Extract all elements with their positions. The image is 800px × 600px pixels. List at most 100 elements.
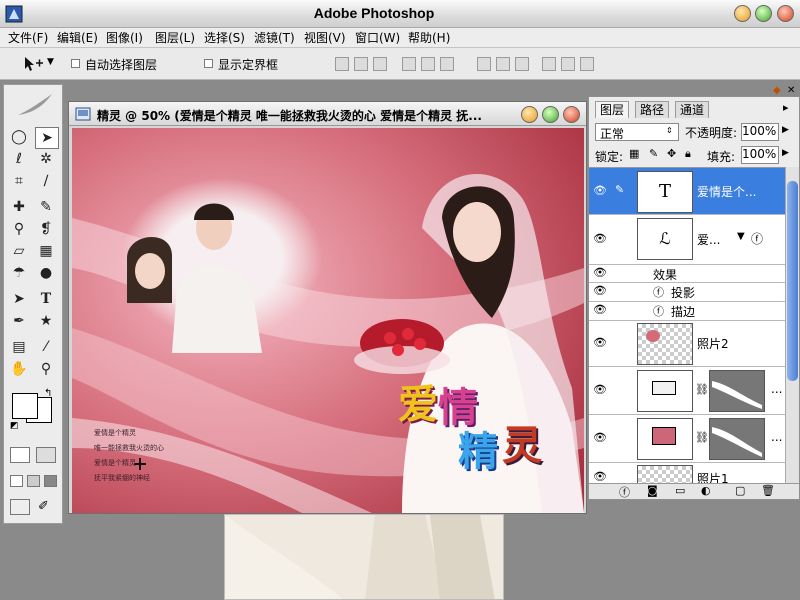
document-minimize-button[interactable] (521, 106, 538, 123)
palette-menu-icon[interactable]: ▸ (783, 101, 789, 114)
menu-view[interactable]: 视图(V) (304, 29, 346, 47)
type-tool-icon[interactable]: T (35, 289, 57, 309)
quick-mask-button[interactable] (36, 447, 56, 463)
layer-row-text[interactable]: 👁︎ ✎ T 爱情是个... (589, 168, 785, 215)
align-top-icon[interactable] (335, 57, 349, 71)
tool-preset-chevron-icon[interactable]: ▼ (47, 57, 54, 67)
fill-input[interactable]: 100% (741, 146, 779, 164)
eye-icon[interactable]: 👁︎ (593, 336, 607, 350)
new-adjustment-layer-icon[interactable]: ◐ (701, 484, 711, 497)
close-button[interactable] (777, 5, 794, 22)
eye-icon[interactable]: 👁︎ (593, 266, 607, 280)
distribute-bottom-icon[interactable] (515, 57, 529, 71)
magic-wand-tool-icon[interactable]: ✲ (35, 149, 57, 169)
menu-filter[interactable]: 滤镜(T) (254, 29, 295, 47)
smudge-tool-icon[interactable]: ☂ (8, 263, 30, 283)
effects-row[interactable]: 👁︎ 效果 (589, 264, 785, 283)
document-title-bar[interactable]: 精灵 @ 50% (爱情是个精灵 唯一能拯救我火烫的心 爱情是个精灵 抚... (69, 102, 586, 126)
effect-row-stroke[interactable]: 👁︎ ⓕ 描边 (589, 301, 785, 321)
hand-tool-icon[interactable]: ✋ (8, 359, 30, 379)
distribute-vcenter-icon[interactable] (496, 57, 510, 71)
jump-to-imageready-button[interactable] (10, 499, 30, 515)
foreground-color-swatch[interactable] (12, 393, 38, 419)
lock-all-icon[interactable]: 🔒︎ (685, 147, 691, 161)
menu-edit[interactable]: 编辑(E) (57, 29, 98, 47)
dodge-tool-icon[interactable]: ● (35, 263, 57, 283)
new-layer-icon[interactable]: ▢ (735, 484, 745, 497)
layer-list-scrollbar[interactable] (785, 167, 799, 483)
eye-icon[interactable]: 👁︎ (593, 232, 607, 246)
new-set-icon[interactable]: ▭ (675, 484, 685, 497)
layer-row-photo2[interactable]: 👁︎ 照片2 (589, 320, 785, 367)
palette-close-icon[interactable]: ✕ (787, 85, 795, 96)
eye-icon[interactable]: 👁︎ (593, 431, 607, 445)
layer-row-shape[interactable]: 👁︎ ℒ 爱... ▼ ⓕ (589, 214, 785, 265)
align-right-icon[interactable] (440, 57, 454, 71)
layer-row-masked-2[interactable]: 👁︎ ⛓︎ ... (589, 414, 785, 463)
expand-effects-icon[interactable]: ▼ (737, 231, 745, 242)
blend-mode-select[interactable]: 正常 ⇕ (595, 123, 679, 141)
zoom-tool-icon[interactable]: ⚲ (35, 359, 57, 379)
history-brush-tool-icon[interactable]: ❡ (35, 219, 57, 239)
align-bottom-icon[interactable] (373, 57, 387, 71)
selection-tool-icon[interactable]: ➤ (35, 127, 59, 149)
layer-row-photo1[interactable]: 👁︎ 照片1 (589, 462, 785, 483)
add-mask-icon[interactable]: ◙ (647, 484, 658, 497)
align-vcenter-icon[interactable] (354, 57, 368, 71)
maximize-button[interactable] (755, 5, 772, 22)
marquee-tool-icon[interactable]: ◯ (8, 127, 30, 147)
edit-in-imageready-icon[interactable]: ✐ (38, 499, 49, 514)
opacity-arrow-icon[interactable]: ▶ (782, 125, 789, 135)
screen-mode-full-button[interactable] (44, 475, 57, 487)
auto-select-checkbox[interactable] (71, 59, 80, 68)
eye-icon[interactable]: 👁︎ (593, 184, 607, 198)
lock-image-icon[interactable]: ✎ (649, 147, 658, 160)
screen-mode-standard-button[interactable] (10, 475, 23, 487)
lasso-tool-icon[interactable]: ℓ (8, 149, 30, 169)
menu-file[interactable]: 文件(F) (8, 29, 48, 47)
background-photo-window[interactable] (224, 514, 504, 600)
minimize-button[interactable] (734, 5, 751, 22)
default-colors-icon[interactable]: ◩ (10, 421, 19, 431)
eye-icon[interactable]: 👁︎ (593, 303, 607, 317)
align-hcenter-icon[interactable] (421, 57, 435, 71)
notes-tool-icon[interactable]: ▤ (8, 337, 30, 357)
add-style-icon[interactable]: ⓕ (619, 484, 630, 500)
document-close-button[interactable] (563, 106, 580, 123)
pen-tool-icon[interactable]: ✒ (8, 311, 30, 331)
delete-layer-icon[interactable]: 🗑︎ (761, 484, 775, 497)
clone-stamp-tool-icon[interactable]: ⚲ (8, 219, 30, 239)
eye-icon[interactable]: 👁︎ (593, 470, 607, 483)
align-left-icon[interactable] (402, 57, 416, 71)
opacity-input[interactable]: 100% (741, 123, 779, 141)
slice-tool-icon[interactable]: ∕ (35, 171, 57, 191)
lock-transparency-icon[interactable]: ▦ (629, 147, 639, 160)
menu-layer[interactable]: 图层(L) (155, 29, 195, 47)
menu-image[interactable]: 图像(I) (106, 29, 143, 47)
eraser-tool-icon[interactable]: ▱ (8, 241, 30, 261)
custom-shape-tool-icon[interactable]: ★ (35, 311, 57, 331)
layer-row-masked-1[interactable]: 👁︎ ⛓︎ ... (589, 366, 785, 415)
lock-position-icon[interactable]: ✥ (667, 147, 676, 160)
eye-icon[interactable]: 👁︎ (593, 284, 607, 298)
image-canvas[interactable]: 爱情是个精灵 唯一能拯救我火烫的心 爱情是个精灵 抚平我紧绷的神经 爱 情 精 … (72, 128, 584, 513)
palette-minimize-icon[interactable]: ◆ (773, 85, 781, 96)
tab-paths[interactable]: 路径 (635, 101, 670, 118)
healing-brush-tool-icon[interactable]: ✚ (8, 197, 30, 217)
menu-window[interactable]: 窗口(W) (355, 29, 400, 47)
scrollbar-thumb[interactable] (787, 181, 798, 381)
layer-effects-icon[interactable]: ⓕ (751, 230, 763, 247)
path-selection-tool-icon[interactable]: ➤ (8, 289, 30, 309)
screen-mode-full-menu-button[interactable] (27, 475, 40, 487)
link-icon[interactable]: ⛓︎ (695, 431, 709, 444)
swap-colors-icon[interactable]: ↰ (44, 388, 52, 399)
fill-arrow-icon[interactable]: ▶ (782, 148, 789, 158)
gradient-tool-icon[interactable]: ▦ (35, 241, 57, 261)
document-maximize-button[interactable] (542, 106, 559, 123)
eye-icon[interactable]: 👁︎ (593, 383, 607, 397)
menu-select[interactable]: 选择(S) (204, 29, 245, 47)
link-icon[interactable]: ⛓︎ (695, 383, 709, 396)
menu-help[interactable]: 帮助(H) (408, 29, 450, 47)
distribute-hcenter-icon[interactable] (561, 57, 575, 71)
tab-channels[interactable]: 通道 (675, 101, 710, 118)
